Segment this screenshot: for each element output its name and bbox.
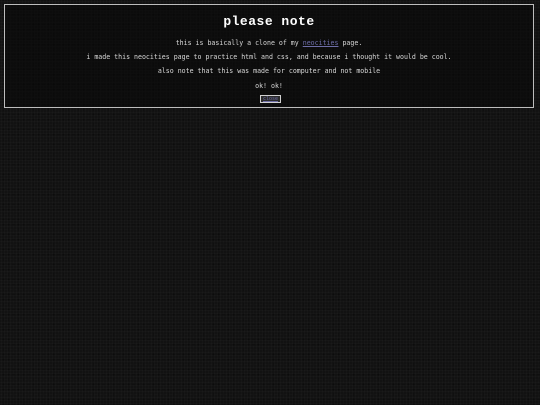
dialog-title: please note	[223, 14, 315, 29]
neocities-link[interactable]: neocities	[303, 39, 339, 47]
practice-note-text: i made this neocities page to practice h…	[86, 53, 452, 61]
clone-note-text: this is basically a clone of my neocitie…	[5, 39, 533, 47]
ok-text: ok! ok!	[255, 82, 283, 90]
clone-note-suffix: page.	[338, 39, 363, 47]
close-button[interactable]: close	[260, 95, 281, 103]
please-note-dialog: please note this is basically a clone of…	[4, 4, 534, 108]
mobile-note-text: also note that this was made for compute…	[157, 67, 381, 75]
clone-note-prefix: this is basically a clone of my	[175, 39, 303, 47]
